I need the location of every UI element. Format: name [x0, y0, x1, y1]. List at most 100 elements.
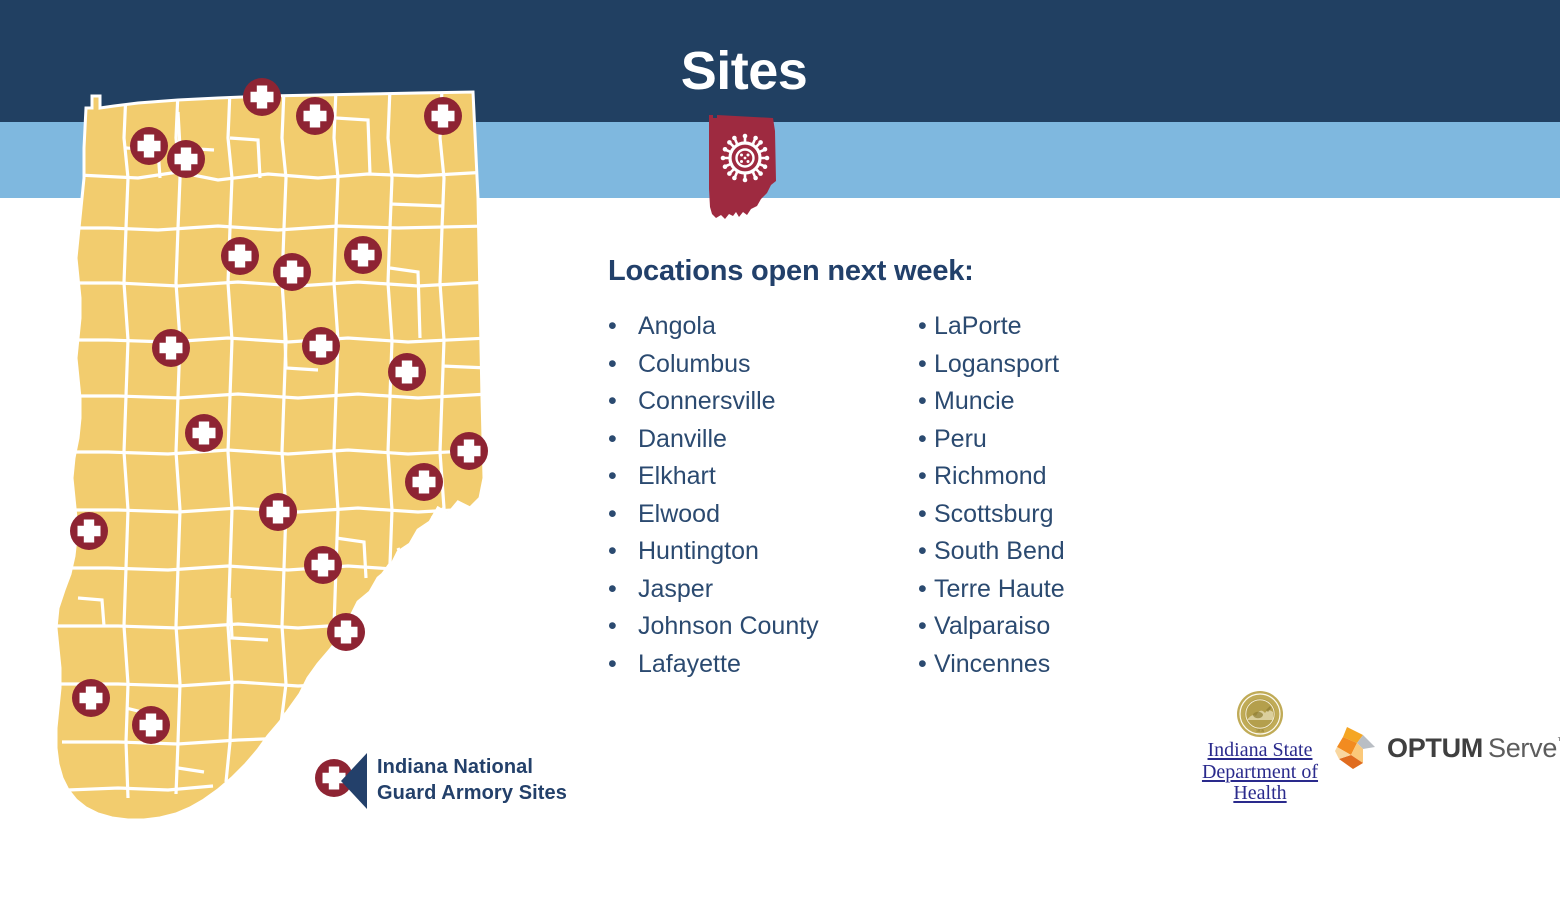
optum-wordmark: OPTUM Serve ™ — [1387, 732, 1560, 763]
location-name: Scottsburg — [934, 499, 1054, 528]
list-item: • Connersville — [608, 389, 918, 414]
location-name: Vincennes — [934, 649, 1051, 678]
bullet-icon: • — [608, 387, 617, 415]
map-marker[interactable] — [130, 127, 168, 165]
map-marker[interactable] — [221, 237, 259, 275]
bullet-icon: • — [918, 612, 927, 640]
bullet-icon: • — [918, 349, 927, 378]
coronavirus-icon — [720, 133, 770, 183]
list-item: • Valparaiso — [918, 614, 1218, 639]
list-item: • Logansport — [918, 349, 1218, 378]
locations-panel: Locations open next week: • Angola • Colum… — [608, 255, 1228, 689]
locations-heading: Locations open next week: — [608, 255, 974, 287]
bullet-icon: • — [608, 574, 617, 603]
indiana-state-badge — [703, 111, 787, 231]
locations-column-right: • LaPorte • Logansport • Muncie • Peru • Rich… — [918, 314, 1218, 689]
bullet-icon: • — [918, 387, 927, 415]
bullet-icon: • — [918, 574, 927, 603]
bullet-icon: • — [918, 312, 927, 340]
location-name: Richmond — [934, 462, 1047, 490]
isdh-logo: 1816 Indiana State Department of Health — [1174, 690, 1346, 805]
map-marker[interactable] — [424, 97, 462, 135]
location-name: Columbus — [638, 349, 751, 378]
list-item: • Elwood — [608, 499, 918, 528]
location-name: Connersville — [638, 387, 776, 415]
state-seal-icon: 1816 — [1237, 691, 1283, 737]
locations-column-left: • Angola • Columbus • Connersville • Danvill… — [608, 314, 918, 689]
map-marker[interactable] — [259, 493, 297, 531]
map-svg — [54, 78, 488, 822]
list-item: • Danville — [608, 424, 918, 453]
map-marker[interactable] — [304, 546, 342, 584]
bullet-icon: • — [918, 649, 927, 678]
left-arrow-icon — [341, 753, 367, 809]
indiana-county-map — [18, 78, 518, 838]
list-item: • Angola — [608, 314, 918, 339]
bullet-icon: • — [918, 462, 927, 490]
locations-columns: • Angola • Columbus • Connersville • Danvill… — [608, 314, 1228, 689]
map-marker[interactable] — [327, 613, 365, 651]
bullet-icon: • — [608, 349, 617, 378]
indiana-shape-icon — [709, 115, 776, 219]
list-item: • Vincennes — [918, 649, 1218, 678]
location-name: South Bend — [934, 537, 1065, 565]
optum-serve-logo: OPTUM Serve ™ — [1333, 725, 1560, 771]
list-item: • Elkhart — [608, 464, 918, 489]
list-item: • South Bend — [918, 539, 1218, 564]
location-name: Terre Haute — [934, 574, 1065, 603]
location-name: Angola — [638, 312, 716, 340]
location-name: Valparaiso — [934, 612, 1051, 640]
location-name: Logansport — [934, 349, 1060, 378]
list-item: • Lafayette — [608, 649, 918, 678]
map-marker[interactable] — [296, 97, 334, 135]
map-marker[interactable] — [167, 140, 205, 178]
location-name: Huntington — [638, 537, 759, 565]
map-marker[interactable] — [152, 329, 190, 367]
location-name: Elwood — [638, 499, 720, 528]
map-marker[interactable] — [388, 353, 426, 391]
bullet-icon: • — [608, 499, 617, 528]
map-marker[interactable] — [185, 414, 223, 452]
list-item: • Jasper — [608, 574, 918, 603]
list-item: • Columbus — [608, 349, 918, 378]
map-marker[interactable] — [405, 463, 443, 501]
bullet-icon: • — [608, 612, 617, 640]
serve-text: Serve — [1488, 732, 1558, 763]
bullet-icon: • — [608, 312, 617, 340]
list-item: • Richmond — [918, 464, 1218, 489]
location-name: LaPorte — [934, 312, 1022, 340]
location-name: Elkhart — [638, 462, 716, 490]
bullet-icon: • — [608, 537, 617, 565]
list-item: • Terre Haute — [918, 574, 1218, 603]
optum-text: OPTUM — [1387, 732, 1483, 763]
logo-row: 1816 Indiana State Department of Health … — [1150, 690, 1560, 810]
list-item: • Muncie — [918, 389, 1218, 414]
map-marker[interactable] — [302, 327, 340, 365]
map-marker[interactable] — [70, 512, 108, 550]
armory-sites-label: Indiana National Guard Armory Sites — [377, 756, 568, 804]
location-name: Johnson County — [638, 612, 819, 640]
location-name: Muncie — [934, 387, 1015, 415]
map-marker[interactable] — [72, 679, 110, 717]
isdh-name: Indiana State Department of Health — [1201, 739, 1319, 805]
map-marker[interactable] — [273, 253, 311, 291]
list-item: • Johnson County — [608, 614, 918, 639]
bullet-icon: • — [918, 537, 927, 565]
map-marker[interactable] — [132, 706, 170, 744]
svg-text:1816: 1816 — [1256, 728, 1264, 733]
list-item: • Huntington — [608, 539, 918, 564]
bullet-icon: • — [918, 424, 927, 453]
map-marker[interactable] — [450, 432, 488, 470]
map-marker[interactable] — [344, 236, 382, 274]
location-name: Lafayette — [638, 649, 741, 678]
location-name: Jasper — [638, 574, 714, 603]
list-item: • Peru — [918, 424, 1218, 453]
armory-sites-legend: Indiana National Guard Armory Sites — [341, 750, 641, 812]
location-name: Peru — [934, 424, 987, 453]
optum-diamond-icon — [1335, 727, 1375, 769]
bullet-icon: • — [608, 424, 617, 453]
location-name: Danville — [638, 424, 727, 453]
list-item: • LaPorte — [918, 314, 1218, 339]
bullet-icon: • — [608, 462, 617, 490]
bullet-icon: • — [608, 649, 617, 678]
